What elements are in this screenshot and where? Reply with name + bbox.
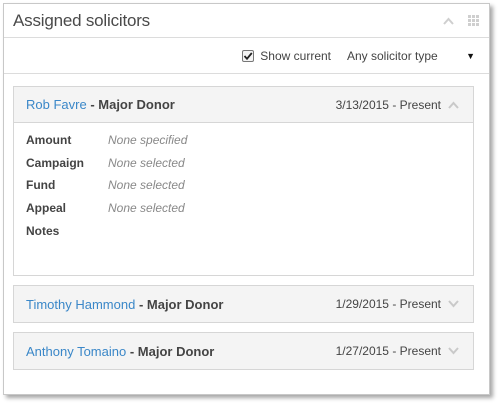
detail-row-appeal: Appeal None selected: [26, 197, 461, 220]
show-current-checkbox[interactable]: [242, 49, 255, 62]
chevron-down-icon[interactable]: [448, 347, 459, 355]
detail-row-notes: Notes: [26, 219, 461, 242]
panel-header: Assigned solicitors: [4, 4, 489, 38]
detail-value: None selected: [108, 201, 185, 216]
solicitor-type: Major Donor: [146, 296, 224, 312]
detail-label: Appeal: [26, 201, 67, 216]
solicitor-list: Rob Favre - Major Donor 3/13/2015 - Pres…: [4, 74, 489, 370]
filter-toolbar: Show current Any solicitor type ▼: [4, 38, 489, 74]
solicitor-name-link[interactable]: Timothy Hammond: [26, 297, 135, 312]
solicitor-name-line: Anthony Tomaino - Major Donor: [26, 344, 214, 359]
solicitor-type-select[interactable]: Any solicitor type ▼: [347, 49, 475, 63]
panel-title: Assigned solicitors: [13, 10, 150, 30]
panel-header-icons: [443, 15, 479, 26]
solicitor-details: Amount None specified Campaign None sele…: [14, 123, 473, 275]
chevron-up-icon[interactable]: [448, 101, 459, 109]
solicitor-name-link[interactable]: Anthony Tomaino: [26, 344, 126, 359]
solicitor-type: Major Donor: [137, 343, 215, 359]
solicitor-name-line: Timothy Hammond - Major Donor: [26, 297, 223, 312]
solicitor-name-link[interactable]: Rob Favre: [26, 97, 87, 112]
chevron-up-icon: [443, 17, 454, 25]
solicitor-card: Anthony Tomaino - Major Donor 1/27/2015 …: [13, 332, 474, 370]
name-separator: -: [126, 343, 138, 359]
solicitor-card-header[interactable]: Anthony Tomaino - Major Donor 1/27/2015 …: [14, 333, 473, 369]
checkmark-icon: [244, 51, 253, 60]
solicitor-name-line: Rob Favre - Major Donor: [26, 97, 175, 112]
solicitor-dates: 3/13/2015 - Present: [335, 97, 441, 112]
solicitor-type: Major Donor: [98, 97, 175, 112]
detail-row-campaign: Campaign None selected: [26, 152, 461, 175]
collapse-panel-button[interactable]: [443, 17, 454, 25]
show-current-toggle[interactable]: Show current: [242, 49, 331, 63]
solicitor-date-range: 1/27/2015 - Present: [336, 344, 459, 358]
solicitor-type-value: Any solicitor type: [347, 48, 438, 63]
solicitor-dates: 1/29/2015 - Present: [335, 297, 441, 311]
detail-label: Notes: [26, 223, 60, 238]
solicitor-card: Timothy Hammond - Major Donor 1/29/2015 …: [13, 285, 474, 323]
solicitor-card-header[interactable]: Timothy Hammond - Major Donor 1/29/2015 …: [14, 286, 473, 322]
detail-value: None selected: [108, 178, 185, 193]
solicitor-date-range: 3/13/2015 - Present: [336, 98, 459, 112]
solicitor-card: Rob Favre - Major Donor 3/13/2015 - Pres…: [13, 86, 474, 276]
dropdown-caret-icon: ▼: [466, 50, 475, 61]
grid-icon: [468, 15, 479, 26]
name-separator: -: [86, 97, 99, 112]
assigned-solicitors-panel: Assigned solicitors Show current Any sol…: [3, 3, 490, 395]
detail-label: Amount: [26, 133, 72, 148]
show-current-label: Show current: [260, 48, 331, 63]
detail-value: None specified: [108, 133, 188, 148]
panel-options-button[interactable]: [468, 15, 479, 26]
name-separator: -: [135, 296, 147, 312]
solicitor-date-range: 1/29/2015 - Present: [336, 297, 459, 311]
detail-label: Campaign: [26, 155, 85, 170]
solicitor-dates: 1/27/2015 - Present: [335, 344, 441, 358]
detail-value: None selected: [108, 155, 185, 170]
detail-row-fund: Fund None selected: [26, 174, 461, 197]
detail-row-amount: Amount None specified: [26, 129, 461, 152]
chevron-down-icon[interactable]: [448, 300, 459, 308]
detail-label: Fund: [26, 178, 56, 193]
solicitor-card-header[interactable]: Rob Favre - Major Donor 3/13/2015 - Pres…: [14, 87, 473, 123]
